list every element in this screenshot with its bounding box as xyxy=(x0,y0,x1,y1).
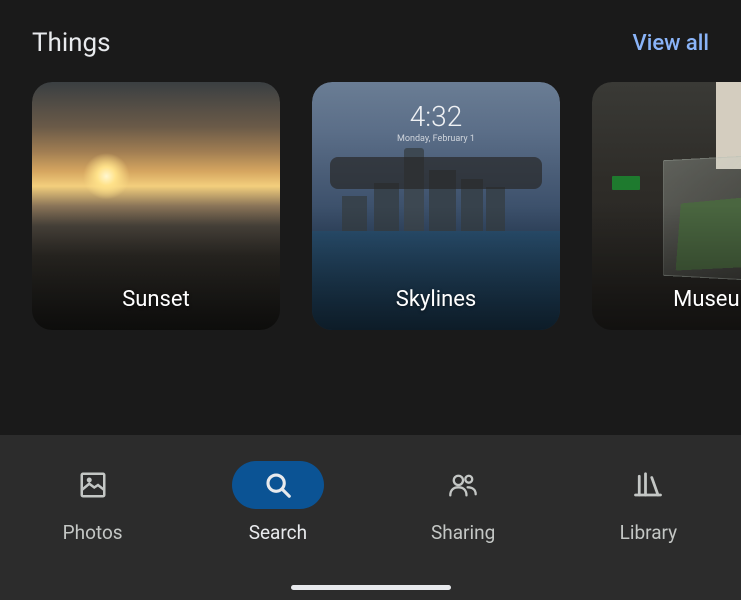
view-all-link[interactable]: View all xyxy=(633,31,709,56)
nav-icon-wrap xyxy=(232,461,324,509)
people-icon xyxy=(448,470,478,500)
category-cards-row: Sunset 4:32 Monday, February 1 Skylines … xyxy=(32,82,709,330)
section-title: Things xyxy=(32,28,111,58)
notification-card xyxy=(330,157,542,189)
category-card-sunset[interactable]: Sunset xyxy=(32,82,280,330)
card-label: Sunset xyxy=(32,287,280,312)
nav-label: Photos xyxy=(63,521,123,544)
bottom-nav: Photos Search Sharing xyxy=(0,435,741,600)
lockscreen-date: Monday, February 1 xyxy=(312,134,560,144)
nav-icon-wrap xyxy=(602,461,694,509)
nav-icon-wrap xyxy=(417,461,509,509)
lockscreen-time: 4:32 xyxy=(312,100,560,133)
category-card-museum[interactable]: Museum xyxy=(592,82,741,330)
search-icon xyxy=(263,470,293,500)
section-header: Things View all xyxy=(32,0,709,82)
nav-item-search[interactable]: Search xyxy=(185,461,370,544)
nav-item-sharing[interactable]: Sharing xyxy=(371,461,556,544)
image-icon xyxy=(78,470,108,500)
library-icon xyxy=(633,470,663,500)
home-indicator[interactable] xyxy=(291,585,451,590)
category-card-skylines[interactable]: 4:32 Monday, February 1 Skylines xyxy=(312,82,560,330)
nav-label: Search xyxy=(249,521,307,544)
card-label: Museum xyxy=(592,287,741,312)
nav-item-photos[interactable]: Photos xyxy=(0,461,185,544)
exit-sign xyxy=(612,176,640,190)
nav-label: Library xyxy=(620,521,678,544)
nav-label: Sharing xyxy=(431,521,495,544)
card-label: Skylines xyxy=(312,287,560,312)
nav-icon-wrap xyxy=(47,461,139,509)
nav-item-library[interactable]: Library xyxy=(556,461,741,544)
